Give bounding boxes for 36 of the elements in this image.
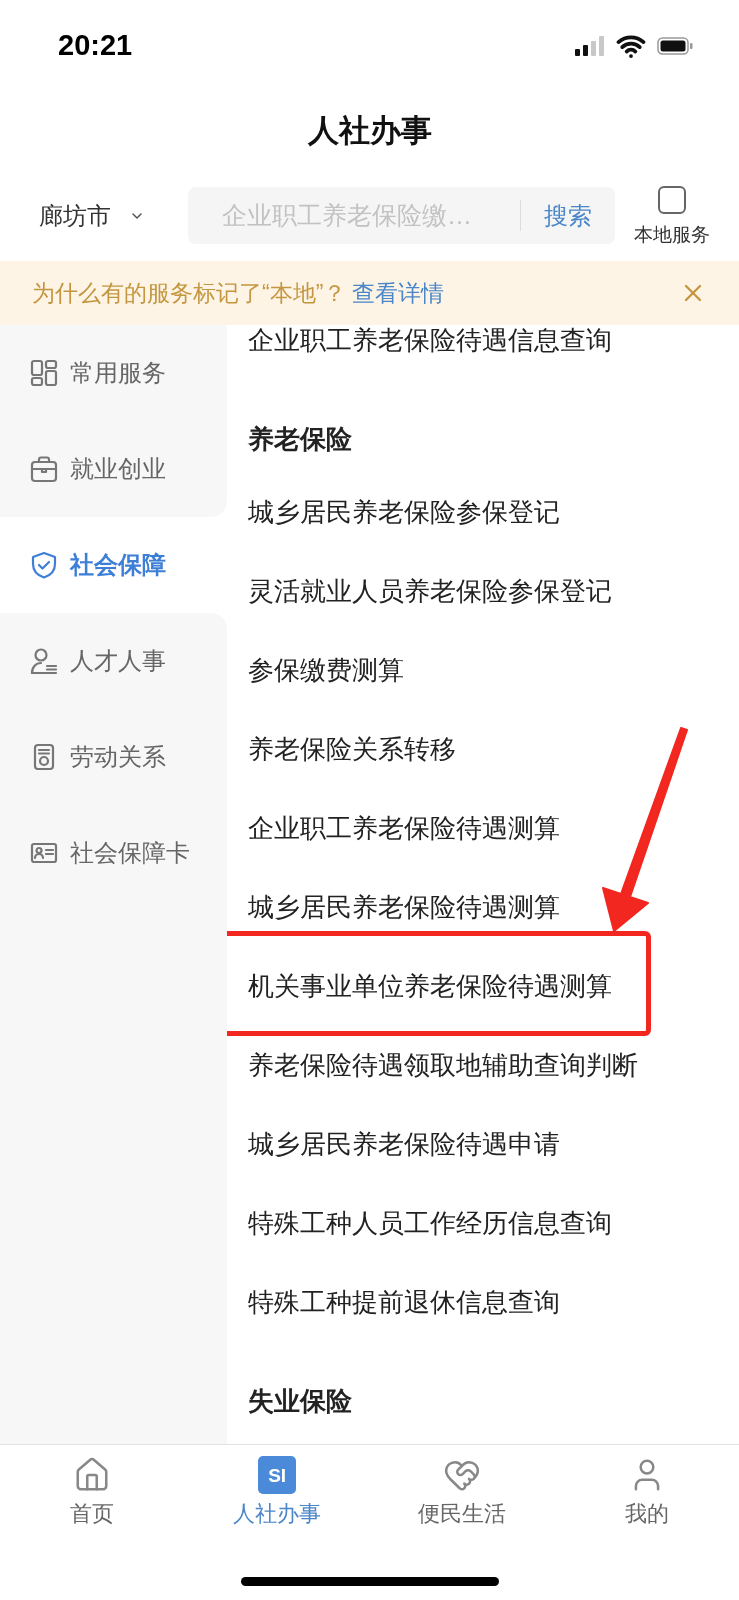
nav-tab[interactable]: 便民生活: [369, 1445, 555, 1557]
service-item[interactable]: 城乡居民养老保险待遇测算: [227, 868, 739, 947]
section-heading: 失业保险: [248, 1385, 352, 1418]
sidebar-item[interactable]: 就业创业: [0, 421, 227, 517]
sidebar-item[interactable]: 社会保障卡: [0, 805, 227, 901]
logo-tile: SI: [258, 1456, 297, 1494]
local-service-toggle[interactable]: 本地服务: [632, 185, 712, 246]
service-item[interactable]: 养老保险待遇领取地辅助查询判断: [227, 1026, 739, 1105]
sidebar-item[interactable]: 人才人事: [0, 613, 227, 709]
section-heading: 养老保险: [248, 423, 352, 456]
service-item[interactable]: 机关事业单位养老保险待遇测算: [227, 947, 739, 1026]
service-item[interactable]: 特殊工种人员工作经历信息查询: [227, 1184, 739, 1263]
battery-icon: [657, 37, 693, 55]
service-item[interactable]: 参保缴费测算: [227, 631, 739, 710]
service-item[interactable]: 企业职工养老保险待遇信息查询: [227, 325, 739, 380]
service-item[interactable]: 灵活就业人员养老保险参保登记: [227, 552, 739, 631]
status-time: 20:21: [58, 28, 133, 64]
service-item[interactable]: 养老保险关系转移: [227, 710, 739, 789]
shield-check-icon: [30, 551, 58, 579]
briefcase-icon: [30, 455, 58, 483]
notice-text: 为什么有的服务标记了“本地”？: [32, 278, 347, 308]
signal-icon: [575, 36, 605, 56]
sidebar-item[interactable]: 劳动关系: [0, 709, 227, 805]
layout-grid-icon: [30, 359, 58, 387]
service-item[interactable]: 特殊工种提前退休信息查询: [227, 1263, 739, 1342]
page-title: 人社办事: [307, 111, 432, 150]
nav-tab[interactable]: 首页: [0, 1445, 185, 1557]
nav-tab[interactable]: 我的: [554, 1445, 739, 1557]
checkbox[interactable]: [658, 185, 686, 214]
sidebar-item[interactable]: 常用服务: [0, 325, 227, 421]
user-list-icon: [30, 647, 58, 675]
service-item[interactable]: 企业职工养老保险待遇测算: [227, 789, 739, 868]
nav-tab[interactable]: SI 人社办事: [184, 1445, 370, 1557]
city-dropdown[interactable]: 廊坊市: [39, 187, 188, 244]
service-item[interactable]: 城乡居民养老保险待遇申请: [227, 1105, 739, 1184]
service-item[interactable]: 城乡居民养老保险参保登记: [227, 473, 739, 552]
